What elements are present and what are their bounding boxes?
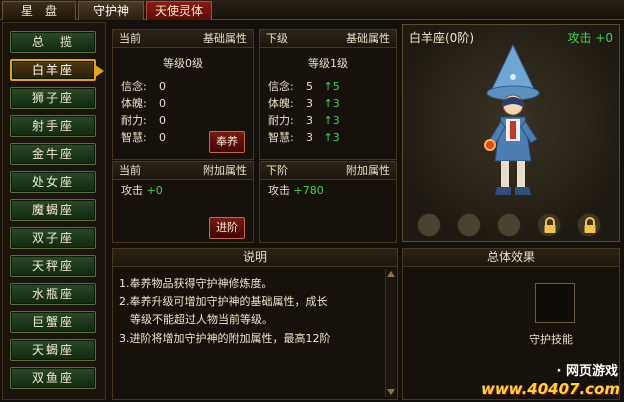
sidebar-item-aries[interactable]: 白羊座 xyxy=(10,59,96,81)
current-base-panel: 当前 基础属性 等级0级 信念: 0 体魄: 0 耐力: 0 智慧: 0 奉养 xyxy=(112,29,254,160)
attr-row: 智慧: 3 ↑3 xyxy=(268,131,340,144)
skill-slot[interactable] xyxy=(417,213,441,237)
header-left: 当前 xyxy=(119,164,141,177)
locked-slot[interactable] xyxy=(577,213,601,237)
sidebar-item-overview[interactable]: 总 揽 xyxy=(10,31,96,53)
attack-value: +780 xyxy=(293,184,324,197)
sidebar-item-aquarius[interactable]: 水瓶座 xyxy=(10,283,96,305)
panel-header: 下级 基础属性 xyxy=(260,30,396,48)
guardian-skill-slot[interactable] xyxy=(535,283,575,323)
increase-indicator: ↑3 xyxy=(323,131,340,144)
scroll-down-icon[interactable] xyxy=(387,389,395,395)
attr-row: 耐力: 3 ↑3 xyxy=(268,114,340,127)
current-level: 等级0级 xyxy=(163,57,203,70)
guardian-window: 星 盘 守护神 天使灵体 总 揽 白羊座 狮子座 射手座 金牛座 处女座 魔蝎座… xyxy=(0,0,624,402)
next-extra-panel: 下阶 附加属性 攻击 +780 xyxy=(259,161,397,243)
next-base-panel: 下级 基础属性 等级1级 信念: 5 ↑5 体魄: 3 ↑3 耐力: 3 ↑3 智慧:… xyxy=(259,29,397,160)
sidebar-item-sagittarius[interactable]: 射手座 xyxy=(10,115,96,137)
attack-row: 攻击 +780 xyxy=(268,184,324,198)
sidebar-item-gemini[interactable]: 双子座 xyxy=(10,227,96,249)
header-left: 当前 xyxy=(119,32,141,45)
guardian-figure-icon xyxy=(484,43,540,195)
sidebar-item-pisces[interactable]: 双鱼座 xyxy=(10,367,96,389)
attack-row: 攻击 +0 xyxy=(121,184,163,198)
site-watermark: · 网页游戏 www.40407.com xyxy=(481,356,622,400)
sidebar-item-libra[interactable]: 天秤座 xyxy=(10,255,96,277)
sidebar-item-leo[interactable]: 狮子座 xyxy=(10,87,96,109)
tab-bar: 星 盘 守护神 天使灵体 xyxy=(0,0,624,20)
skill-slot[interactable] xyxy=(497,213,521,237)
attr-row: 体魄: 3 ↑3 xyxy=(268,97,340,110)
scroll-up-icon[interactable] xyxy=(387,271,395,277)
attr-row: 耐力: 0 xyxy=(121,114,166,127)
selected-arrow-icon xyxy=(94,64,104,78)
panel-header: 当前 基础属性 xyxy=(113,30,253,48)
nurture-button[interactable]: 奉养 xyxy=(209,131,245,153)
sidebar-item-virgo[interactable]: 处女座 xyxy=(10,171,96,193)
header-right: 基础属性 xyxy=(203,32,247,45)
attr-row: 智慧: 0 xyxy=(121,131,166,144)
header-right: 附加属性 xyxy=(346,164,390,177)
watermark-url: www.40407.com xyxy=(480,380,620,398)
description-line: 1.奉养物品获得守护神修炼度。 xyxy=(119,277,273,290)
description-panel: 说明 1.奉养物品获得守护神修炼度。 2.奉养升级可增加守护神的基础属性，成长 … xyxy=(112,248,398,400)
header-left: 下阶 xyxy=(266,164,288,177)
sidebar-item-scorpio[interactable]: 天蝎座 xyxy=(10,339,96,361)
description-title: 说明 xyxy=(113,249,397,267)
panel-header: 下阶 附加属性 xyxy=(260,162,396,180)
zodiac-list: 总 揽 白羊座 狮子座 射手座 金牛座 处女座 魔蝎座 双子座 天秤座 水瓶座 … xyxy=(2,22,106,400)
overall-title: 总体效果 xyxy=(403,249,619,267)
sidebar-item-capricorn[interactable]: 魔蝎座 xyxy=(10,199,96,221)
lock-icon xyxy=(584,217,596,233)
guardian-preview: 白羊座(0阶) 攻击 +0 xyxy=(402,24,620,242)
advance-button[interactable]: 进阶 xyxy=(209,217,245,239)
tab-star-chart[interactable]: 星 盘 xyxy=(2,1,76,20)
description-line: 等级不能超过人物当前等级。 xyxy=(119,313,273,326)
guardian-name: 白羊座(0阶) xyxy=(409,31,474,45)
tab-angel-spirit[interactable]: 天使灵体 xyxy=(146,1,212,20)
locked-slot[interactable] xyxy=(537,213,561,237)
attr-row: 信念: 5 ↑5 xyxy=(268,80,340,93)
attr-row: 信念: 0 xyxy=(121,80,166,93)
increase-indicator: ↑5 xyxy=(323,80,340,93)
skill-slot[interactable] xyxy=(457,213,481,237)
increase-indicator: ↑3 xyxy=(323,97,340,110)
attack-label: 攻击 xyxy=(268,184,290,197)
attack-value: +0 xyxy=(146,184,163,197)
watermark-title: · 网页游戏 xyxy=(556,364,618,379)
header-right: 附加属性 xyxy=(203,164,247,177)
sidebar-item-taurus[interactable]: 金牛座 xyxy=(10,143,96,165)
guardian-attack: 攻击 +0 xyxy=(567,31,613,45)
guardian-skill-label: 守护技能 xyxy=(529,333,573,346)
panel-header: 当前 附加属性 xyxy=(113,162,253,180)
description-scrollbar[interactable] xyxy=(385,269,395,397)
attack-label: 攻击 xyxy=(121,184,143,197)
description-line: 3.进阶将增加守护神的附加属性，最高12阶 xyxy=(119,332,331,345)
increase-indicator: ↑3 xyxy=(323,114,340,127)
current-extra-panel: 当前 附加属性 攻击 +0 进阶 xyxy=(112,161,254,243)
header-right: 基础属性 xyxy=(346,32,390,45)
sidebar-item-cancer[interactable]: 巨蟹座 xyxy=(10,311,96,333)
description-line: 2.奉养升级可增加守护神的基础属性，成长 xyxy=(119,295,328,308)
tab-guardian[interactable]: 守护神 xyxy=(78,1,144,20)
attr-row: 体魄: 0 xyxy=(121,97,166,110)
lock-icon xyxy=(544,217,556,233)
next-level: 等级1级 xyxy=(308,57,348,70)
header-left: 下级 xyxy=(266,32,288,45)
